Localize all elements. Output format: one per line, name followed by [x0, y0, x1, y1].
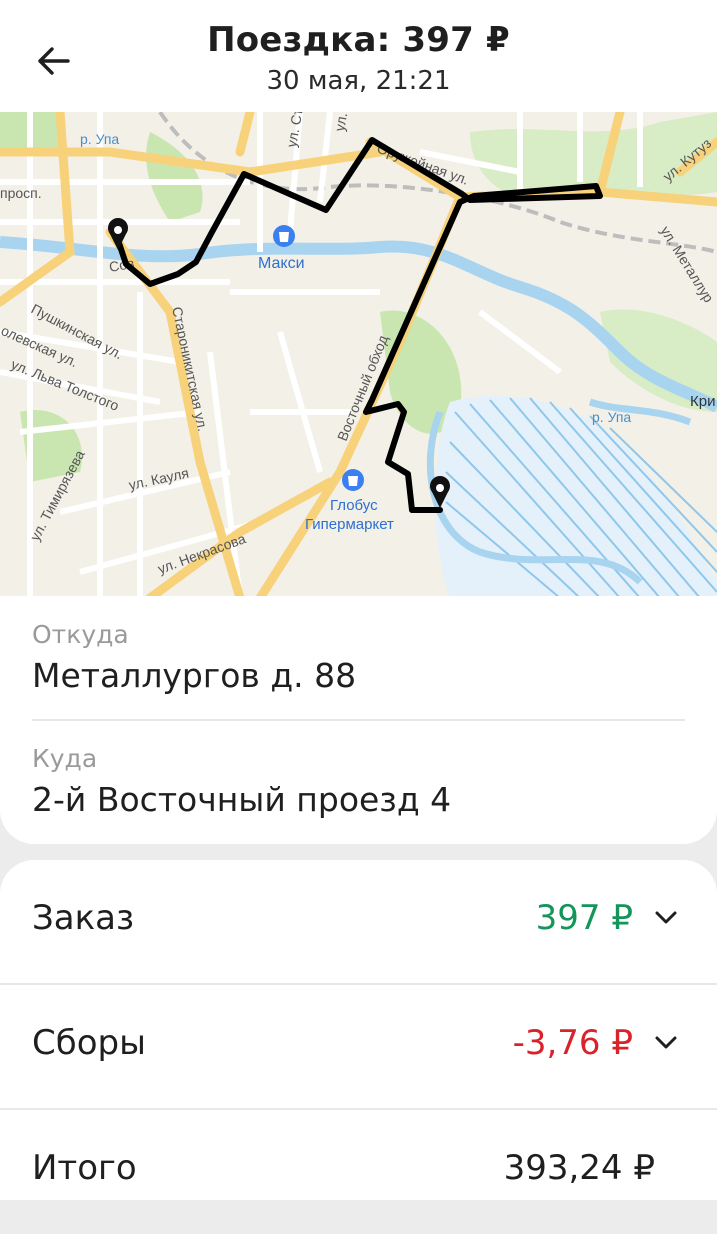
chevron-down-icon[interactable]: [653, 1033, 679, 1053]
fare-row-total: Итого 393,24 ₽: [0, 1110, 717, 1234]
fees-amount: -3,76 ₽: [512, 1023, 633, 1063]
fare-card: Заказ 397 ₽ Сборы -3,76 ₽ Итого 393,24 ₽: [0, 860, 717, 1200]
header: Поездка: 397 ₽ 30 мая, 21:21: [0, 0, 717, 112]
total-label: Итого: [32, 1148, 137, 1188]
route-card: Откуда Металлургов д. 88 Куда 2-й Восточ…: [0, 596, 717, 844]
order-amount: 397 ₽: [535, 898, 633, 938]
map-label: р. Упа: [592, 409, 631, 425]
fare-row-fees[interactable]: Сборы -3,76 ₽: [0, 985, 717, 1109]
to-label: Куда: [32, 744, 98, 773]
total-amount: 393,24 ₽: [503, 1148, 655, 1188]
map-label: Макси: [258, 255, 305, 272]
map-label: Кри: [690, 393, 715, 410]
map-label: просп.: [0, 185, 42, 201]
trip-datetime: 30 мая, 21:21: [266, 66, 451, 96]
fare-row-order[interactable]: Заказ 397 ₽: [0, 860, 717, 984]
map-canvas: Макси Глобус Гипермаркет просп. Пушкинск…: [0, 112, 717, 598]
map-label: р. Упа: [80, 131, 119, 147]
map-label: Гипермаркет: [305, 516, 394, 533]
from-label: Откуда: [32, 620, 129, 649]
maxi-poi-icon[interactable]: [273, 225, 295, 247]
from-address: Металлургов д. 88: [32, 656, 357, 695]
map-label: Глобус: [330, 497, 378, 514]
page-title: Поездка: 397 ₽: [207, 20, 510, 60]
divider: [32, 719, 685, 721]
globus-poi-icon[interactable]: [342, 469, 364, 491]
route-map[interactable]: Макси Глобус Гипермаркет просп. Пушкинск…: [0, 112, 717, 598]
chevron-down-icon[interactable]: [653, 908, 679, 928]
order-label: Заказ: [32, 898, 135, 938]
to-address: 2-й Восточный проезд 4: [32, 780, 452, 819]
fees-label: Сборы: [32, 1023, 146, 1063]
